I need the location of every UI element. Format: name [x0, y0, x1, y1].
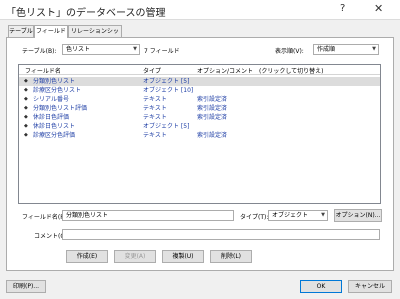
create-button[interactable]: 作成(E) — [66, 250, 108, 263]
view-order-value: 作成順 — [317, 46, 336, 53]
field-name-input[interactable]: 分類別色リスト — [62, 210, 234, 221]
field-list-header: フィールド名 タイプ オプション/コメント (クリックして切り替え) — [19, 65, 380, 75]
row-field-name: 診療区分色リスト — [33, 87, 82, 94]
header-type[interactable]: タイプ — [143, 66, 161, 75]
drag-handle-icon[interactable]: ◆ — [24, 86, 28, 95]
row-field-options: 索引設定済 — [197, 96, 228, 103]
drag-handle-icon[interactable]: ◆ — [24, 131, 28, 140]
table-row[interactable]: ◆ 休診日色評価 テキスト 索引設定済 — [19, 113, 380, 122]
chevron-down-icon: ▼ — [133, 46, 137, 52]
view-order-label: 表示順(V): — [275, 48, 304, 55]
table-row[interactable]: ◆ 診療区分色評価 テキスト 索引設定済 — [19, 131, 380, 140]
row-field-type: テキスト — [143, 96, 167, 103]
field-type-select[interactable]: オブジェクト ▼ — [268, 210, 328, 221]
table-select-value: 色リスト — [66, 46, 91, 53]
table-row[interactable]: ◆ 診療区分色リスト オブジェクト [10] — [19, 86, 380, 95]
row-field-name: シリアル番号 — [33, 96, 69, 103]
table-select[interactable]: 色リスト ▼ — [62, 44, 140, 55]
window-title: 「色リスト」のデータベースの管理 — [6, 8, 166, 19]
comment-input[interactable] — [62, 229, 380, 240]
field-type-value: オブジェクト — [272, 212, 309, 219]
drag-handle-icon[interactable]: ◆ — [24, 77, 28, 86]
row-field-options: 索引設定済 — [197, 105, 228, 112]
ok-button[interactable]: OK — [300, 280, 342, 293]
field-name-value: 分類別色リスト — [66, 212, 109, 219]
title-bar: 「色リスト」のデータベースの管理 ? ✕ — [0, 0, 400, 20]
drag-handle-icon[interactable]: ◆ — [24, 104, 28, 113]
cancel-button[interactable]: キャンセル — [348, 280, 392, 293]
change-button[interactable]: 変更(A) — [114, 250, 156, 263]
header-field-name[interactable]: フィールド名 — [25, 66, 61, 75]
field-count: 7 フィールド — [144, 48, 180, 55]
options-button[interactable]: オプション(N)... — [334, 209, 382, 222]
row-field-type: オブジェクト [10] — [143, 87, 194, 94]
row-field-name: 診療区分色評価 — [33, 132, 76, 139]
table-row[interactable]: ◆ 休診日色リスト オブジェクト [5] — [19, 122, 380, 131]
chevron-down-icon: ▼ — [372, 46, 376, 52]
row-field-type: オブジェクト [5] — [143, 78, 190, 85]
field-type-label: タイプ(T): — [240, 214, 269, 221]
print-button[interactable]: 印刷(P)... — [6, 280, 46, 293]
delete-button[interactable]: 削除(L) — [210, 250, 252, 263]
row-field-options: 索引設定済 — [197, 132, 228, 139]
row-field-type: テキスト — [143, 132, 167, 139]
table-row[interactable]: ◆ 分類別色リスト評価 テキスト 索引設定済 — [19, 104, 380, 113]
duplicate-button[interactable]: 複製(U) — [162, 250, 204, 263]
view-order-select[interactable]: 作成順 ▼ — [313, 44, 379, 55]
table-row[interactable]: ◆ シリアル番号 テキスト 索引設定済 — [19, 95, 380, 104]
row-field-options: 索引設定済 — [197, 114, 228, 121]
row-field-name: 休診日色評価 — [33, 114, 70, 121]
table-row[interactable]: ◆ 分類別色リスト オブジェクト [5] — [19, 77, 380, 86]
tab-fields[interactable]: フィールド — [34, 25, 68, 38]
close-icon[interactable]: ✕ — [374, 2, 383, 15]
tab-tables[interactable]: テーブル — [8, 25, 34, 37]
row-field-type: テキスト — [143, 114, 167, 121]
drag-handle-icon[interactable]: ◆ — [24, 113, 28, 122]
drag-handle-icon[interactable]: ◆ — [24, 95, 28, 104]
row-field-name: 休診日色リスト — [33, 123, 76, 130]
tab-relationships[interactable]: リレーションシップ — [68, 25, 122, 46]
help-button[interactable]: ? — [340, 3, 345, 14]
table-select-label: テーブル(B): — [22, 48, 57, 55]
field-list: フィールド名 タイプ オプション/コメント (クリックして切り替え) ◆ 分類別… — [18, 64, 381, 204]
row-field-type: オブジェクト [5] — [143, 123, 190, 130]
header-options[interactable]: オプション/コメント (クリックして切り替え) — [197, 66, 324, 75]
drag-handle-icon[interactable]: ◆ — [24, 122, 28, 131]
row-field-name: 分類別色リスト評価 — [33, 105, 88, 112]
row-field-type: テキスト — [143, 105, 167, 112]
chevron-down-icon: ▼ — [321, 212, 325, 218]
row-field-name: 分類別色リスト — [33, 78, 76, 85]
